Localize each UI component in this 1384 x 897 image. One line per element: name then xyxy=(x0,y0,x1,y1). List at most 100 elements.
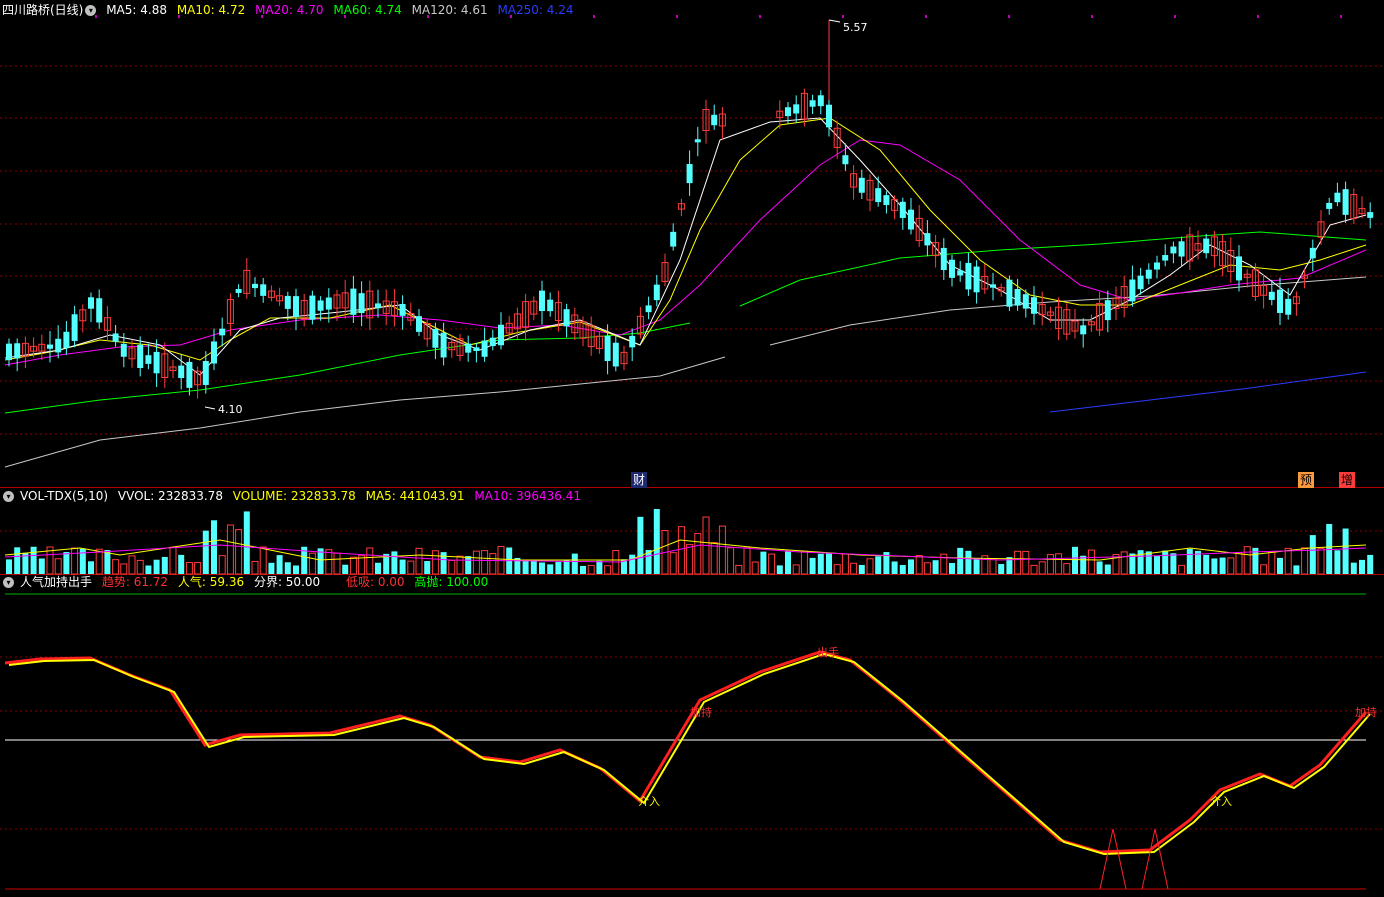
candle-down xyxy=(957,270,964,276)
candle-down xyxy=(88,297,94,309)
candle-down xyxy=(293,296,299,317)
volume-ma5-line xyxy=(4,539,1367,561)
volume-bar-up xyxy=(694,533,702,575)
volume-bar-down xyxy=(1277,557,1283,574)
volume-bar-down xyxy=(1309,535,1316,574)
volume-bar-down xyxy=(145,565,152,574)
volume-bar-down xyxy=(391,551,398,574)
candle-down xyxy=(1236,256,1242,281)
ma120-line xyxy=(769,276,1367,346)
volume-bar-up xyxy=(54,558,62,575)
volume-bar-down xyxy=(785,551,791,574)
candle-down xyxy=(153,351,160,374)
candle-down xyxy=(47,344,53,349)
event-tick xyxy=(842,15,844,18)
volume-bar-down xyxy=(88,561,94,574)
volume-bar-up xyxy=(325,549,333,575)
volume-bar-down xyxy=(596,560,603,574)
candle-down xyxy=(1104,300,1111,321)
event-tick xyxy=(1174,15,1176,18)
volume-bar-up xyxy=(866,558,874,575)
volume-bar-up xyxy=(751,561,759,575)
event-marker-zeng[interactable]: 增 xyxy=(1339,472,1356,488)
candle-down xyxy=(120,343,127,357)
volume-bar-up xyxy=(1260,564,1268,575)
event-marker-cai[interactable]: 财 xyxy=(631,472,648,488)
volume-bar-down xyxy=(1145,551,1152,574)
volume-bar-up xyxy=(489,553,497,575)
volume-bar-up xyxy=(800,550,808,575)
candle-down xyxy=(1203,238,1210,254)
candle-down xyxy=(473,347,480,352)
candle-down xyxy=(219,328,226,336)
volume-bar-down xyxy=(1203,554,1210,574)
volume-bar-up xyxy=(235,529,243,575)
candle-down xyxy=(1342,189,1349,215)
volume-bar-up xyxy=(1087,549,1095,575)
volume-bar-down xyxy=(965,550,972,574)
volume-bar-down xyxy=(547,564,554,574)
event-marker-yu[interactable]: 预 xyxy=(1298,472,1315,488)
signal-jiechi-2: 加持 xyxy=(1355,706,1377,719)
volume-bar-up xyxy=(710,542,718,575)
volume-bar-up xyxy=(1301,547,1309,575)
stock-chart[interactable] xyxy=(0,0,1384,897)
candle-down xyxy=(63,331,70,349)
volume-bar-up xyxy=(1235,552,1243,575)
volume-bar-down xyxy=(1104,564,1111,574)
volume-bar-up xyxy=(1022,550,1030,575)
candle-down xyxy=(645,305,652,313)
volume-bar-up xyxy=(677,526,685,575)
volume-bar-up xyxy=(1268,551,1276,575)
volume-bar-down xyxy=(1359,559,1365,574)
volume-bar-up xyxy=(128,555,136,575)
volume-bar-up xyxy=(850,562,858,575)
candle-down xyxy=(186,361,193,388)
volume-bar-down xyxy=(375,562,381,574)
volume-bar-up xyxy=(333,552,341,575)
volume-bar-up xyxy=(686,544,694,575)
volume-bar-up xyxy=(841,553,849,575)
candle-down xyxy=(252,283,258,289)
volume-bar-down xyxy=(760,551,767,574)
volume-bar-down xyxy=(243,511,250,574)
volume-bar-down xyxy=(153,559,160,574)
volume-bar-down xyxy=(1072,546,1078,574)
volume-bar-down xyxy=(1293,565,1300,574)
volume-bar-up xyxy=(308,552,316,575)
volume-bar-down xyxy=(891,561,898,574)
volume-bar-up xyxy=(989,558,997,575)
candle-down xyxy=(940,247,947,271)
candle-down xyxy=(112,333,119,342)
candle-down xyxy=(793,104,800,114)
candle-down xyxy=(629,335,636,348)
ma120-line xyxy=(4,356,726,468)
volume-bar-down xyxy=(875,556,882,574)
volume-bar-down xyxy=(1350,562,1357,574)
candle-down xyxy=(481,340,488,357)
candle-down xyxy=(375,303,381,309)
volume-bar-up xyxy=(1284,547,1292,575)
volume-bar-up xyxy=(407,560,415,575)
event-tick xyxy=(261,15,263,18)
volume-bar-down xyxy=(161,556,168,574)
candle-down xyxy=(858,177,865,193)
volume-bar-down xyxy=(908,559,914,574)
volume-bar-up xyxy=(718,525,726,575)
volume-bar-down xyxy=(858,564,865,574)
volume-bar-up xyxy=(415,547,423,575)
volume-bar-down xyxy=(268,562,275,574)
candle-down xyxy=(325,297,332,310)
candle-down xyxy=(899,201,906,218)
candle-down xyxy=(432,328,439,348)
popularity-line xyxy=(8,652,1371,856)
candle-down xyxy=(1145,269,1152,279)
candle-down xyxy=(1334,192,1341,203)
event-tick xyxy=(178,15,180,18)
candle-down xyxy=(1129,279,1136,302)
candle-down xyxy=(1277,289,1283,313)
volume-bar-up xyxy=(251,560,259,575)
volume-bar-down xyxy=(30,546,37,574)
candle-down xyxy=(1170,246,1177,254)
volume-bar-up xyxy=(1317,547,1325,575)
